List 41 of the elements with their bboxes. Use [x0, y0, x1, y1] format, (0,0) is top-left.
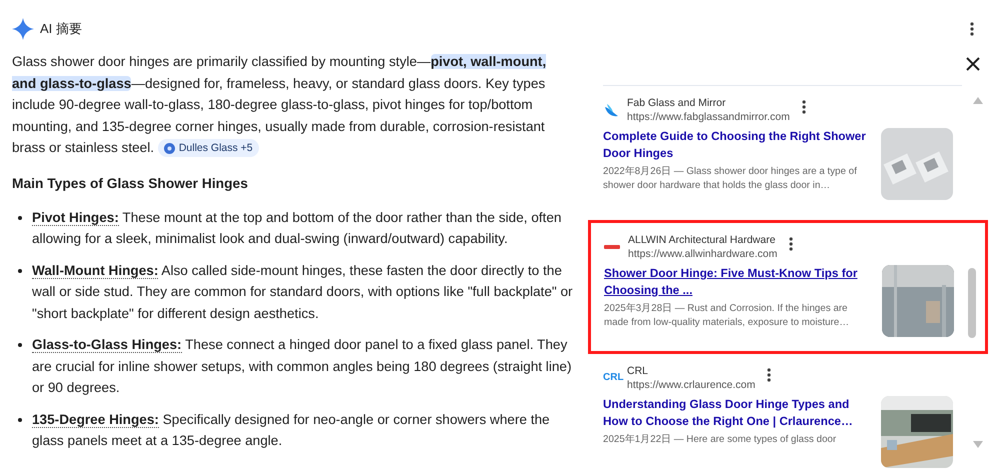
result-snippet: 2025年1月22日 — Here are some types of glass door	[603, 433, 838, 447]
section-heading: Main Types of Glass Shower Hinges	[12, 174, 249, 193]
result-snippet: 2025年3月28日 — Rust and Corrosion. If the hinges are made from low-quality materials, exposure to moisture…	[604, 302, 850, 330]
list-item-text: Wall-Mount Hinges: Also called side-mount hinges, these fasten the door directly to the wall or side stud. They are common for standard doors, with options like "full backplate" or "short backplate" for different design aesthetics.	[32, 262, 574, 323]
list-item-text: Pivot Hinges: These mount at the top and bottom of the door rather than the side, often allowing for a sleek, minimalist look and dual-swing (inward/outward) capability.	[32, 208, 562, 248]
wordmark-logo-icon	[604, 245, 620, 249]
more-options-icon[interactable]	[789, 237, 794, 251]
list-item-text: Glass-to-Glass Hinges: These connect a hinged door panel to a fixed glass panel. They are crucial for inline shower setups, with common angles being 180 degrees (straight line) or 90 degrees.	[32, 336, 572, 397]
result-title-link[interactable]: Complete Guide to Choosing the Right Shower Door Hinges	[603, 128, 869, 162]
logo-text: CRL	[603, 373, 624, 383]
header-title: AI 摘要	[40, 20, 82, 38]
list-item-text: 135-Degree Hinges: Specifically designed for neo-angle or corner showers where the glass panels meet at a 135-degree angle.	[32, 410, 551, 450]
result-title-link[interactable]: Shower Door Hinge: Five Must-Know Tips for Choosing the ...	[604, 265, 870, 299]
source-name: CRL	[627, 364, 650, 378]
source-card[interactable]: CRL CRL https://www.crlaurence.com Understanding Glass Door Hinge Types and How to Choose the Right One | Crlaurence… 2025年1月22日 — Here are some types of glass door	[590, 354, 968, 476]
source-icon	[164, 142, 175, 154]
source-url: https://www.fabglassandmirror.com	[627, 110, 790, 124]
bullet-icon	[18, 216, 22, 220]
result-snippet: 2022年8月26日 — Glass shower door hinges are a type of shower door hardware that holds the glass door in…	[603, 165, 858, 193]
scrollbar-thumb[interactable]	[968, 268, 976, 338]
highlighted-source-card[interactable]	[588, 220, 988, 354]
result-title-link[interactable]: Understanding Glass Door Hinge Types and How to Choose the Right One | Crlaurence…	[603, 396, 869, 430]
term-link[interactable]: Glass-to-Glass Hinges:	[32, 337, 182, 353]
source-name: ALLWIN Architectural Hardware	[628, 233, 776, 247]
summary-paragraph: Glass shower door hinges are primarily classified by mounting style—pivot, wall-mount, and glass-to-glass—designed for, frameless, heavy, or standard glass doors. Key types include 90-degree wall-to-glass, 180-degree glass-to-glass, pivot hinges for top/bottom mounting, and 135-degree corner hinges, usually made from durable, corrosion-resistant brass or stainless steel. Dulles Glass +5	[12, 51, 574, 158]
close-icon[interactable]	[966, 57, 980, 72]
citation-chip[interactable]: Dulles Glass +5	[158, 139, 259, 158]
more-options-icon[interactable]	[767, 368, 772, 382]
source-url: https://www.allwinhardware.com	[628, 247, 778, 261]
sparkle-icon	[12, 18, 34, 40]
bullet-icon	[18, 268, 22, 272]
bullet-icon	[18, 418, 22, 422]
bullet-icon	[18, 343, 22, 347]
wing-logo-icon	[603, 102, 619, 118]
source-url: https://www.crlaurence.com	[627, 378, 756, 392]
source-name: Fab Glass and Mirror	[627, 96, 727, 110]
term-link[interactable]: 135-Degree Hinges:	[32, 412, 159, 428]
more-options-icon[interactable]	[802, 100, 806, 114]
term-link[interactable]: Wall-Mount Hinges:	[32, 262, 158, 278]
term-link[interactable]: Pivot Hinges:	[32, 210, 119, 226]
more-options-icon[interactable]	[970, 22, 974, 36]
